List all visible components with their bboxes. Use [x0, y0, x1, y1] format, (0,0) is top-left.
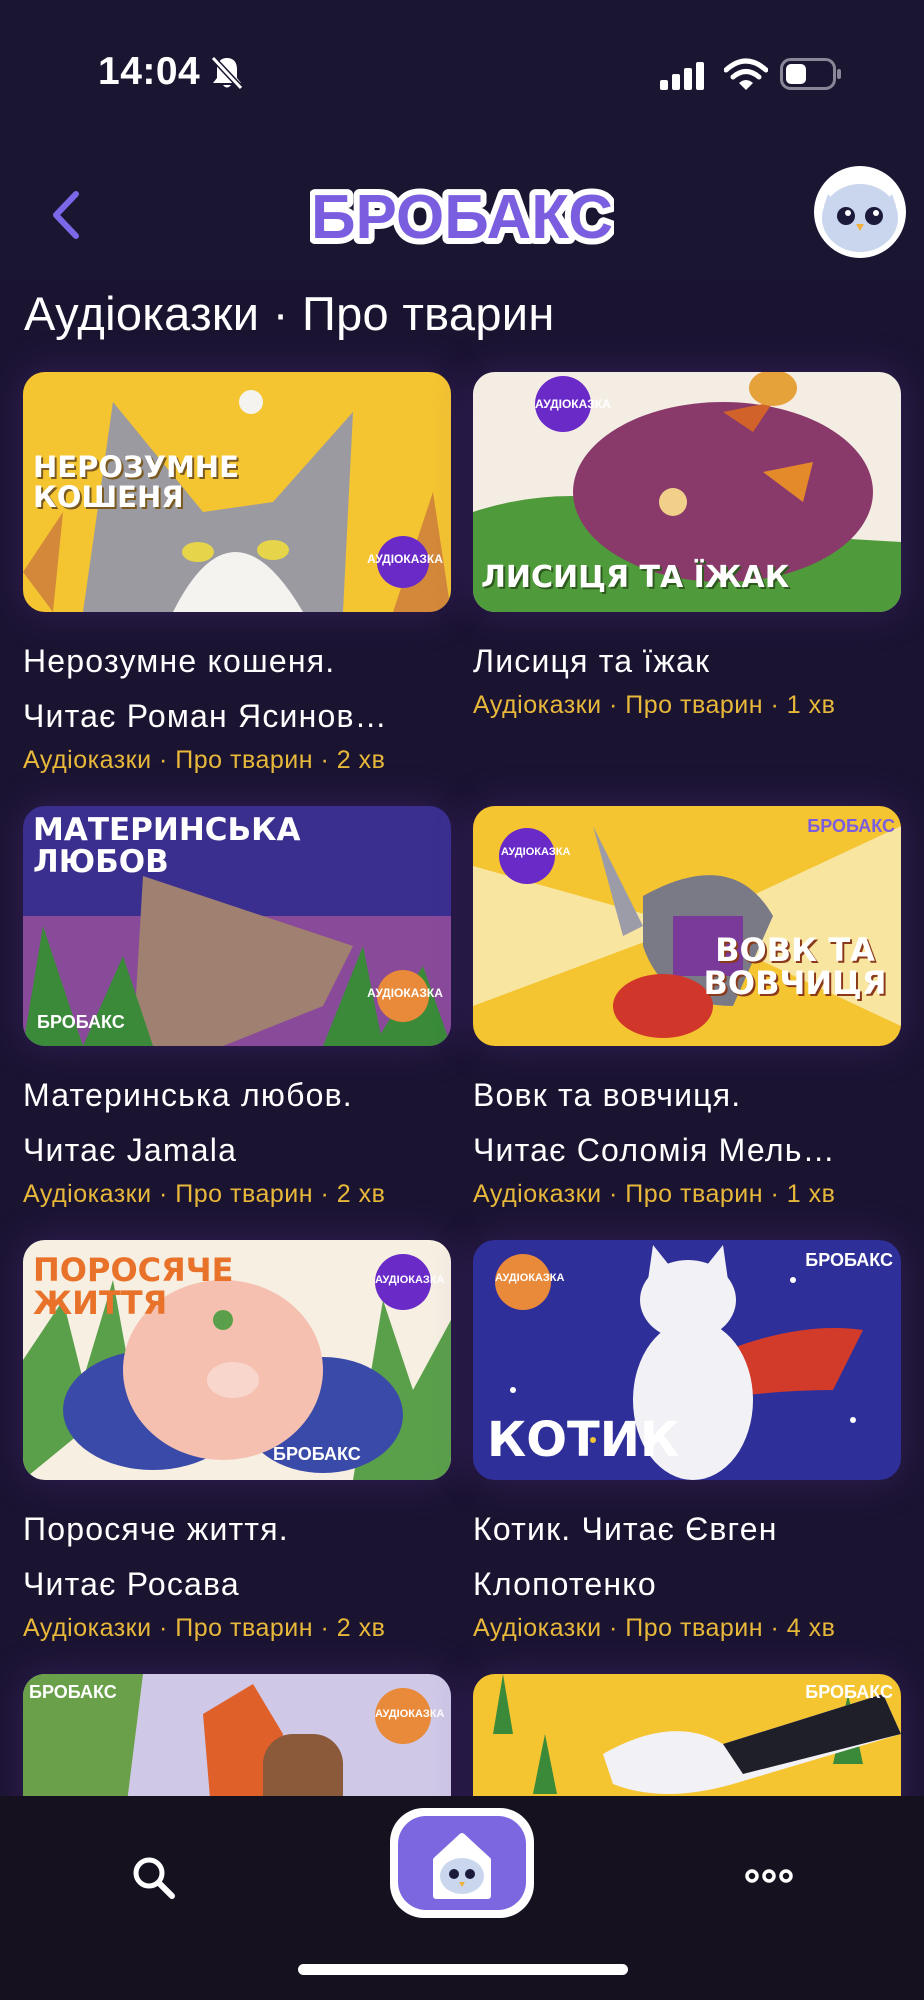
- card-title-line1: Лисиця та їжак: [473, 643, 711, 679]
- cellular-signal-icon: [660, 62, 704, 90]
- card-title-line1: Котик. Читає Євген: [473, 1511, 778, 1547]
- card-title-line2: Читає Роман Ясинов…: [23, 698, 388, 734]
- card-meta: Аудіоказки · Про тварин · 1 хв: [473, 691, 836, 719]
- search-icon[interactable]: [130, 1854, 176, 1900]
- audio-badge: АУДІОКАЗКА: [375, 1274, 445, 1286]
- audio-badge: АУДІОКАЗКА: [535, 397, 611, 411]
- card-title-line2: Читає Jamala: [23, 1132, 238, 1168]
- page-title: Аудіоказки · Про тварин: [24, 287, 555, 340]
- story-card[interactable]: АУДІОКАЗКА БРОБАКС ВОВК ТА ВОВЧИЦЯ Вовк …: [473, 806, 901, 1209]
- story-cover[interactable]: АУДІОКАЗКА ЛИСИЦЯ ТА ЇЖАК: [473, 372, 901, 612]
- bell-muted-icon: [210, 55, 244, 91]
- cover-logo: БРОБАКС: [805, 1250, 893, 1270]
- cover-logo: БРОБАКС: [807, 816, 895, 836]
- card-title-line1: Вовк та вовчиця.: [473, 1077, 742, 1113]
- story-cover[interactable]: ПОРОСЯЧЕ ЖИТТЯ АУДІОКАЗКА БРОБАКС: [23, 1240, 451, 1480]
- audio-badge: АУДІОКАЗКА: [375, 1708, 445, 1720]
- bottom-nav: [0, 1796, 924, 2000]
- back-chevron-icon[interactable]: [48, 188, 84, 242]
- owl-avatar-icon[interactable]: [814, 166, 906, 258]
- card-title-line2: Клопотенко: [473, 1566, 657, 1602]
- home-owl-button[interactable]: [390, 1808, 534, 1918]
- story-cover[interactable]: БРОБАКС АУДІОКАЗКА: [23, 1674, 451, 1796]
- story-card[interactable]: АУДІОКАЗКА ЛИСИЦЯ ТА ЇЖАК Лисиця та їжак…: [473, 372, 901, 720]
- card-title-line1: Нерозумне кошеня.: [23, 643, 336, 679]
- cover-logo: БРОБАКС: [273, 1444, 361, 1464]
- status-bar: 14:04: [0, 0, 924, 150]
- wifi-icon: [724, 58, 768, 90]
- story-card[interactable]: ПОРОСЯЧЕ ЖИТТЯ АУДІОКАЗКА БРОБАКС Порося…: [23, 1240, 451, 1643]
- cover-logo: БРОБАКС: [29, 1682, 117, 1702]
- card-title-line1: Материнська любов.: [23, 1077, 353, 1113]
- card-title-line2: Читає Соломія Мель…: [473, 1132, 836, 1168]
- audio-badge: АУДІОКАЗКА: [367, 986, 443, 1000]
- cover-text: НЕРОЗУМНЕ КОШЕНЯ: [33, 450, 239, 514]
- cover-text: ВОВК ТА ВОВЧИЦЯ: [703, 931, 887, 1002]
- story-cover[interactable]: МАТЕРИНСЬКА ЛЮБОВ АУДІОКАЗКА БРОБАКС: [23, 806, 451, 1046]
- story-cover[interactable]: АУДІОКАЗКА БРОБАКС ВОВК ТА ВОВЧИЦЯ: [473, 806, 901, 1046]
- card-title-line2: Читає Росава: [23, 1566, 240, 1602]
- story-card[interactable]: НЕРОЗУМНЕ КОШЕНЯ АУДІОКАЗКА Нерозумне ко…: [23, 372, 451, 775]
- content-area: Аудіоказки · Про тварин НЕРОЗУМНЕ КОШЕНЯ…: [0, 280, 924, 1796]
- card-meta: Аудіоказки · Про тварин · 4 хв: [473, 1614, 836, 1642]
- story-card[interactable]: АУДІОКАЗКА БРОБАКС КОТИК Котик. Читає Єв…: [473, 1240, 901, 1643]
- battery-icon: [780, 58, 841, 90]
- cover-logo: БРОБАКС: [805, 1682, 893, 1702]
- audio-badge: АУДІОКАЗКА: [495, 1272, 565, 1284]
- svg-text:БРОБАКС: БРОБАКС: [311, 183, 613, 252]
- status-time: 14:04: [98, 50, 201, 93]
- cover-logo: БРОБАКС: [37, 1012, 125, 1032]
- card-meta: Аудіоказки · Про тварин · 1 хв: [473, 1180, 836, 1208]
- story-cover[interactable]: БРОБАКС: [473, 1674, 901, 1796]
- cover-text: КОТИК: [487, 1412, 680, 1468]
- story-card[interactable]: БРОБАКС АУДІОКАЗКА: [23, 1674, 451, 1796]
- card-meta: Аудіоказки · Про тварин · 2 хв: [23, 1614, 386, 1642]
- story-card[interactable]: БРОБАКС: [473, 1674, 901, 1796]
- audio-badge: АУДІОКАЗКА: [367, 552, 443, 566]
- story-cover[interactable]: НЕРОЗУМНЕ КОШЕНЯ АУДІОКАЗКА: [23, 372, 451, 612]
- brobaks-logo: БРОБАКС БРОБАКС: [310, 177, 614, 258]
- cover-text: ПОРОСЯЧЕ ЖИТТЯ: [33, 1251, 234, 1322]
- app-header: БРОБАКС БРОБАКС: [0, 150, 924, 280]
- cover-text: МАТЕРИНСЬКА ЛЮБОВ: [33, 812, 301, 880]
- story-cover[interactable]: АУДІОКАЗКА БРОБАКС КОТИК: [473, 1240, 901, 1480]
- home-owl-icon: [398, 1816, 526, 1910]
- cover-text: ЛИСИЦЯ ТА ЇЖАК: [481, 560, 790, 595]
- card-meta: Аудіоказки · Про тварин · 2 хв: [23, 746, 386, 774]
- card-title-line1: Поросяче життя.: [23, 1511, 289, 1547]
- card-meta: Аудіоказки · Про тварин · 2 хв: [23, 1180, 386, 1208]
- audio-badge: АУДІОКАЗКА: [501, 846, 571, 858]
- story-card[interactable]: МАТЕРИНСЬКА ЛЮБОВ АУДІОКАЗКА БРОБАКС Мат…: [23, 806, 451, 1209]
- home-indicator: [298, 1964, 628, 1975]
- more-dots-icon[interactable]: [744, 1856, 794, 1896]
